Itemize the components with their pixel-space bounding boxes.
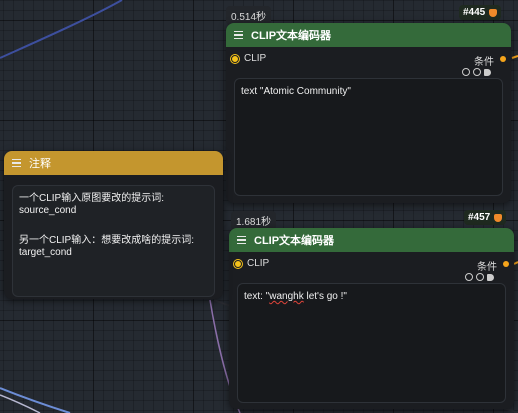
node-457-title: CLIP文本编码器 [254,235,335,247]
node-457-id-badge: #457 [464,210,507,225]
gear-icon[interactable] [476,273,484,281]
note-node[interactable]: 注释 一个CLIP输入原图要改的提示词: source_cond 另一个CLIP… [4,151,223,299]
note-line-3: 另一个CLIP输入：想要改成啥的提示词: [19,235,195,246]
node-457-widget-icons [465,273,494,281]
text-suffix: let's go !" [303,291,347,302]
node-445-clip-input[interactable]: CLIP [231,53,266,64]
text-prefix: text: " [244,291,270,302]
node-445-cond-output[interactable] [500,56,506,62]
note-title: 注释 [29,158,51,170]
wire-out-457 [513,261,518,265]
speaker-icon[interactable] [487,273,494,281]
node-445-text-input[interactable]: text "Atomic Community" [234,78,503,196]
node-445-cond-label: 条件 [474,57,494,68]
note-header[interactable]: 注释 [4,151,223,175]
circle-icon[interactable] [465,273,473,281]
clip-input-dot[interactable] [234,259,242,268]
clip-text-encode-node-445[interactable]: CLIP文本编码器 CLIP 条件 text "Atomic Community… [226,23,511,203]
text-misspelled-word: wanghk [269,291,304,302]
wire-top-left [0,0,123,59]
fox-icon [494,213,503,222]
wire-bottom-left-2 [0,394,41,413]
clip-input-dot[interactable] [231,54,239,63]
node-445-clip-label: CLIP [244,53,267,64]
wire-out-445 [511,55,518,59]
fox-icon [489,8,498,17]
wire-bottom-left [0,387,71,413]
clip-text-encode-node-457[interactable]: CLIP文本编码器 CLIP 条件 text: "wanghk let's go… [229,228,514,409]
node-457-text-input[interactable]: text: "wanghk let's go !" [237,283,506,403]
node-457-id: #457 [468,212,491,223]
menu-icon[interactable] [12,157,21,170]
node-445-id-badge: #445 [459,5,502,20]
note-line-1: 一个CLIP输入原图要改的提示词: [19,193,165,204]
node-457-clip-label: CLIP [247,258,270,269]
node-457-header[interactable]: CLIP文本编码器 [229,228,514,252]
node-457-clip-input[interactable]: CLIP [234,258,269,269]
menu-icon[interactable] [237,234,246,247]
note-line-4: target_cond [19,247,72,258]
note-line-2: source_cond [19,205,77,216]
speaker-icon[interactable] [484,68,491,76]
node-445-header[interactable]: CLIP文本编码器 [226,23,511,47]
note-text-area[interactable]: 一个CLIP输入原图要改的提示词: source_cond 另一个CLIP输入：… [12,185,215,297]
menu-icon[interactable] [234,29,243,42]
node-457-cond-output[interactable] [503,261,509,267]
gear-icon[interactable] [473,68,481,76]
node-445-id: #445 [463,7,486,18]
node-445-widget-icons [462,68,491,76]
node-445-title: CLIP文本编码器 [251,30,332,42]
node-457-cond-label: 条件 [477,262,497,273]
circle-icon[interactable] [462,68,470,76]
